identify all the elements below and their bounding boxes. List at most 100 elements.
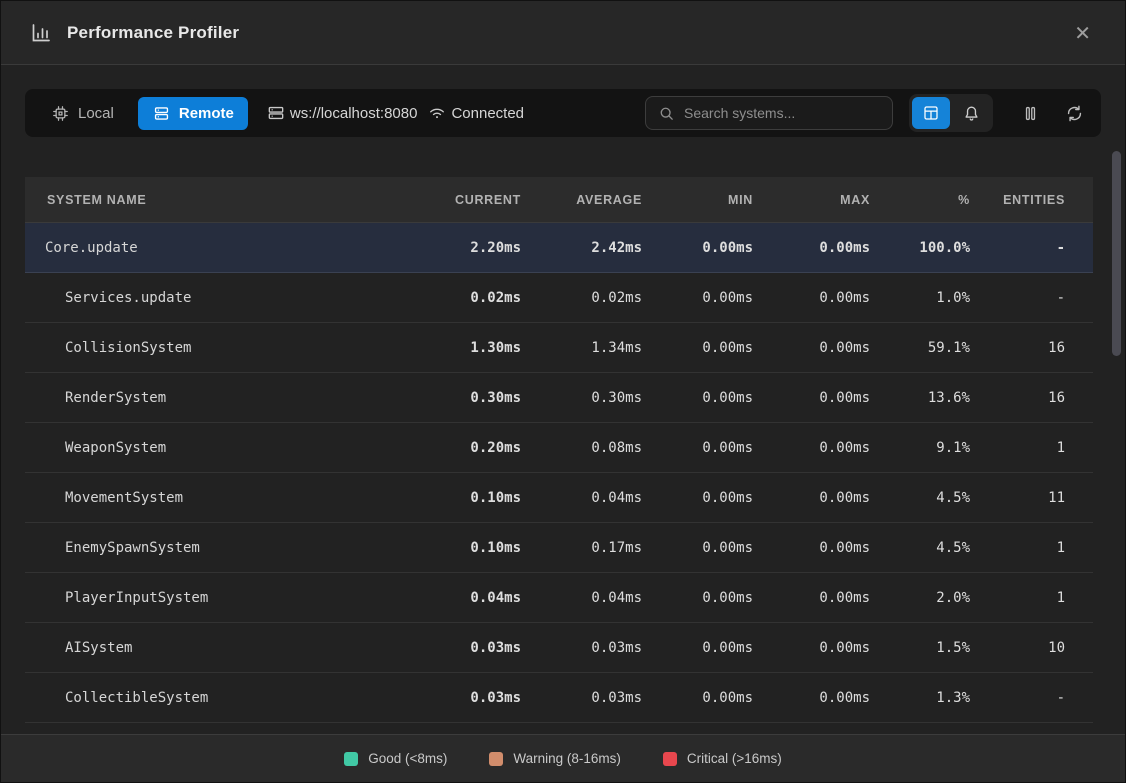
legend-color-swatch	[489, 752, 503, 766]
vertical-scrollbar-thumb[interactable]	[1112, 151, 1121, 356]
table-view-button[interactable]	[912, 97, 950, 129]
pause-icon	[1021, 104, 1040, 123]
cell-system-name: PlayerInputSystem	[25, 590, 401, 606]
search-box[interactable]	[645, 96, 893, 130]
websocket-url-group: ws://localhost:8080	[266, 103, 418, 123]
legend-color-swatch	[344, 752, 358, 766]
cell-entities: 16	[970, 390, 1065, 406]
cell-max: 0.00ms	[753, 490, 870, 506]
cell-average: 0.04ms	[521, 490, 642, 506]
search-input[interactable]	[684, 105, 880, 121]
systems-table: SYSTEM NAMECURRENTAVERAGEMINMAX%ENTITIES…	[25, 177, 1093, 723]
cell-entities: -	[970, 290, 1065, 306]
cell-system-name: RenderSystem	[25, 390, 401, 406]
refresh-button[interactable]	[1057, 96, 1091, 130]
refresh-icon	[1065, 104, 1084, 123]
cell-max: 0.00ms	[753, 590, 870, 606]
cell-system-name: Services.update	[25, 290, 401, 306]
cell-min: 0.00ms	[642, 390, 753, 406]
cell-system-name: MovementSystem	[25, 490, 401, 506]
table-row[interactable]: Services.update 0.02ms 0.02ms 0.00ms 0.0…	[25, 273, 1093, 323]
cell-percent: 4.5%	[870, 540, 970, 556]
server-icon	[266, 103, 286, 123]
cell-current: 2.20ms	[401, 240, 521, 256]
view-toggle-group	[909, 94, 993, 132]
remote-mode-label: Remote	[179, 105, 234, 122]
cell-system-name: Core.update	[25, 240, 401, 256]
cell-entities: -	[970, 240, 1065, 256]
cell-min: 0.00ms	[642, 290, 753, 306]
table-row[interactable]: CollectibleSystem 0.03ms 0.03ms 0.00ms 0…	[25, 673, 1093, 723]
legend-item: Good (<8ms)	[344, 751, 447, 766]
cell-max: 0.00ms	[753, 240, 870, 256]
cell-system-name: WeaponSystem	[25, 440, 401, 456]
table-header: SYSTEM NAMECURRENTAVERAGEMINMAX%ENTITIES	[25, 177, 1093, 223]
cell-current: 0.10ms	[401, 490, 521, 506]
table-row[interactable]: EnemySpawnSystem 0.10ms 0.17ms 0.00ms 0.…	[25, 523, 1093, 573]
cell-entities: 1	[970, 540, 1065, 556]
cell-max: 0.00ms	[753, 690, 870, 706]
cell-system-name: CollectibleSystem	[25, 690, 401, 706]
column-header: %	[870, 193, 970, 207]
cell-percent: 4.5%	[870, 490, 970, 506]
cell-current: 0.10ms	[401, 540, 521, 556]
table-row[interactable]: AISystem 0.03ms 0.03ms 0.00ms 0.00ms 1.5…	[25, 623, 1093, 673]
cell-percent: 1.0%	[870, 290, 970, 306]
cell-average: 1.34ms	[521, 340, 642, 356]
cpu-chip-icon	[51, 104, 70, 123]
legend-item: Critical (>16ms)	[663, 751, 782, 766]
cell-max: 0.00ms	[753, 390, 870, 406]
table-row[interactable]: PlayerInputSystem 0.04ms 0.04ms 0.00ms 0…	[25, 573, 1093, 623]
cell-percent: 1.5%	[870, 640, 970, 656]
local-mode-button[interactable]: Local	[37, 97, 128, 130]
pause-button[interactable]	[1013, 96, 1047, 130]
websocket-url: ws://localhost:8080	[290, 105, 418, 122]
cell-current: 0.30ms	[401, 390, 521, 406]
cell-current: 0.02ms	[401, 290, 521, 306]
cell-entities: 16	[970, 340, 1065, 356]
table-row[interactable]: MovementSystem 0.10ms 0.04ms 0.00ms 0.00…	[25, 473, 1093, 523]
cell-percent: 100.0%	[870, 240, 970, 256]
legend-item: Warning (8-16ms)	[489, 751, 621, 766]
table-view-icon	[922, 104, 940, 122]
cell-average: 0.04ms	[521, 590, 642, 606]
legend-label: Good (<8ms)	[368, 751, 447, 766]
bar-chart-icon	[29, 21, 53, 45]
server-icon	[152, 104, 171, 123]
cell-percent: 1.3%	[870, 690, 970, 706]
cell-current: 1.30ms	[401, 340, 521, 356]
cell-percent: 9.1%	[870, 440, 970, 456]
cell-average: 0.17ms	[521, 540, 642, 556]
cell-current: 0.03ms	[401, 640, 521, 656]
cell-entities: 10	[970, 640, 1065, 656]
local-mode-label: Local	[78, 105, 114, 122]
cell-current: 0.03ms	[401, 690, 521, 706]
cell-max: 0.00ms	[753, 340, 870, 356]
table-row[interactable]: WeaponSystem 0.20ms 0.08ms 0.00ms 0.00ms…	[25, 423, 1093, 473]
cell-average: 0.08ms	[521, 440, 642, 456]
remote-mode-button[interactable]: Remote	[138, 97, 248, 130]
connection-status-group: Connected	[427, 103, 524, 123]
table-row[interactable]: Core.update 2.20ms 2.42ms 0.00ms 0.00ms …	[25, 223, 1093, 273]
alerts-button[interactable]	[952, 97, 990, 129]
cell-min: 0.00ms	[642, 540, 753, 556]
table-row[interactable]: RenderSystem 0.30ms 0.30ms 0.00ms 0.00ms…	[25, 373, 1093, 423]
cell-system-name: EnemySpawnSystem	[25, 540, 401, 556]
cell-average: 0.03ms	[521, 690, 642, 706]
legend-label: Warning (8-16ms)	[513, 751, 621, 766]
cell-max: 0.00ms	[753, 290, 870, 306]
cell-average: 0.03ms	[521, 640, 642, 656]
cell-percent: 13.6%	[870, 390, 970, 406]
page-title: Performance Profiler	[67, 23, 1054, 43]
table-row[interactable]: CollisionSystem 1.30ms 1.34ms 0.00ms 0.0…	[25, 323, 1093, 373]
cell-percent: 2.0%	[870, 590, 970, 606]
cell-min: 0.00ms	[642, 340, 753, 356]
toolbar: Local Remote ws://localhost:8080	[25, 89, 1101, 137]
cell-entities: -	[970, 690, 1065, 706]
close-button[interactable]: ✕	[1068, 19, 1097, 47]
cell-entities: 1	[970, 590, 1065, 606]
legend-footer: Good (<8ms) Warning (8-16ms) Critical (>…	[1, 734, 1125, 782]
column-header: AVERAGE	[521, 193, 642, 207]
wifi-icon	[427, 103, 447, 123]
cell-entities: 11	[970, 490, 1065, 506]
